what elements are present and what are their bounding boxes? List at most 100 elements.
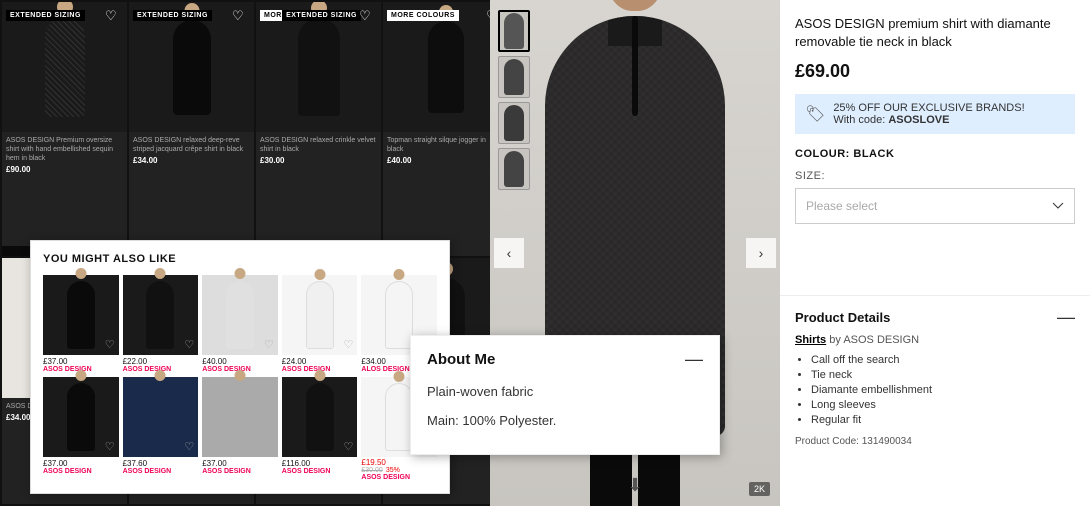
similar-img-4: ♡	[282, 275, 358, 355]
similar-brand-10: ASOS DESIGN	[361, 474, 437, 481]
wishlist-icon-sim-9[interactable]: ♡	[344, 440, 354, 453]
wishlist-icon-sim-1[interactable]: ♡	[105, 338, 115, 351]
similar-price-orig-10: £30.00	[361, 467, 382, 474]
about-me-panel: About Me — Plain-woven fabric Main: 100%…	[410, 335, 720, 455]
product-bottom-panel: Product Details — Shirts by ASOS DESIGN …	[780, 295, 1090, 459]
similar-img-8: ♡	[202, 377, 278, 457]
wishlist-icon-3[interactable]: ♡	[359, 8, 375, 24]
similar-img-2: ♡	[123, 275, 199, 355]
extended-sizing-badge-2: EXTENDED SIZING	[133, 10, 212, 21]
discount-pct-10: 35%	[386, 467, 400, 474]
product-info-1: ASOS DESIGN Premium oversize shirt with …	[2, 132, 127, 178]
size-label: SIZE:	[795, 170, 1075, 182]
product-name-3: ASOS DESIGN relaxed crinkle velvet shirt…	[260, 136, 377, 154]
shirts-link[interactable]: Shirts	[795, 334, 826, 346]
about-me-material: Main: 100% Polyester.	[427, 411, 703, 432]
about-me-content: Plain-woven fabric Main: 100% Polyester.	[427, 382, 703, 432]
wishlist-icon-sim-8[interactable]: ♡	[264, 440, 274, 453]
thumbnail-4[interactable]	[498, 148, 530, 190]
brand-label: by ASOS DESIGN	[829, 334, 919, 346]
similar-product-9[interactable]: ♡ £116.00 ASOS DESIGN	[282, 377, 358, 481]
tag-icon: 🏷	[805, 104, 825, 124]
next-image-arrow[interactable]: ›	[746, 238, 776, 268]
extended-sizing-badge-3: EXTENDED SIZING	[282, 10, 361, 21]
product-price-3: £30.00	[260, 156, 377, 165]
similar-product-1[interactable]: ♡ £37.00 ASOS DESIGN	[43, 275, 119, 373]
similar-price-6: £37.00	[43, 459, 119, 468]
similar-brand-8: ASOS DESIGN	[202, 468, 278, 475]
similar-img-9: ♡	[282, 377, 358, 457]
thumbnail-1[interactable]	[498, 10, 530, 52]
wishlist-icon-1[interactable]: ♡	[105, 8, 121, 24]
about-me-title: About Me	[427, 351, 495, 368]
product-code: Product Code: 131490034	[795, 436, 1075, 447]
similar-img-1: ♡	[43, 275, 119, 355]
similar-price-2: £22.00	[123, 357, 199, 366]
similar-brand-9: ASOS DESIGN	[282, 468, 358, 475]
similar-img-6: ♡	[43, 377, 119, 457]
similar-price-8: £37.00	[202, 459, 278, 468]
product-title: ASOS DESIGN premium shirt with diamante …	[795, 15, 1075, 51]
similar-price-7: £37.60	[123, 459, 199, 468]
product-info-3: ASOS DESIGN relaxed crinkle velvet shirt…	[256, 132, 381, 169]
product-price-2: £34.00	[133, 156, 250, 165]
similar-product-7[interactable]: ♡ £37.60 ASOS DESIGN	[123, 377, 199, 481]
thumbnail-2[interactable]	[498, 56, 530, 98]
you-might-also-like-panel: YOU MIGHT ALSO LIKE ♡ £37.00 ASOS DESIGN…	[30, 240, 450, 494]
similar-img-3: ♡	[202, 275, 278, 355]
pd-title: Product Details	[795, 310, 890, 325]
you-might-also-like-title: YOU MIGHT ALSO LIKE	[43, 253, 437, 265]
similar-product-6[interactable]: ♡ £37.00 ASOS DESIGN	[43, 377, 119, 481]
wishlist-icon-2[interactable]: ♡	[232, 8, 248, 24]
thumbnail-strip	[498, 10, 530, 190]
product-price-1: £90.00	[6, 165, 123, 174]
wishlist-icon-sim-6[interactable]: ♡	[105, 440, 115, 453]
about-me-fabric: Plain-woven fabric	[427, 382, 703, 403]
wishlist-icon-sim-2[interactable]: ♡	[184, 338, 194, 351]
size-select[interactable]: Please select XS S M L XL	[795, 188, 1075, 224]
download-icon[interactable]: ⬇	[627, 475, 642, 496]
similar-product-4[interactable]: ♡ £24.00 ASOS DESIGN	[282, 275, 358, 373]
colour-label: COLOUR: BLACK	[795, 148, 1075, 160]
product-name-2: ASOS DESIGN relaxed deep-reve striped ja…	[133, 136, 250, 154]
product-price: £69.00	[795, 61, 1075, 82]
feature-1: Call off the search	[811, 354, 1075, 366]
feature-5: Regular fit	[811, 414, 1075, 426]
similar-product-2[interactable]: ♡ £22.00 ASOS DESIGN	[123, 275, 199, 373]
wishlist-icon-sim-3[interactable]: ♡	[264, 338, 274, 351]
similar-product-3[interactable]: ♡ £40.00 ASOS DESIGN	[202, 275, 278, 373]
discount-banner: 🏷 25% OFF OUR EXCLUSIVE BRANDS! With cod…	[795, 94, 1075, 134]
product-name-1: ASOS DESIGN Premium oversize shirt with …	[6, 136, 123, 163]
more-colours-badge-4: MORE COLOURS	[387, 10, 459, 21]
grid-product-3[interactable]: MORE COLOURS EXTENDED SIZING ♡ ASOS DESI…	[256, 2, 381, 256]
pd-collapse-icon[interactable]: —	[1057, 308, 1075, 326]
similar-price-1: £37.00	[43, 357, 119, 366]
image-counter: 2K	[749, 482, 770, 496]
similar-img-7: ♡	[123, 377, 199, 457]
feature-3: Diamante embellishment	[811, 384, 1075, 396]
grid-product-1[interactable]: SELLING FAST EXTENDED SIZING ♡ ASOS DESI…	[2, 2, 127, 256]
thumbnail-3[interactable]	[498, 102, 530, 144]
grid-product-2[interactable]: SELLING FAST EXTENDED SIZING ♡ ASOS DESI…	[129, 2, 254, 256]
similar-product-8[interactable]: ♡ £37.00 ASOS DESIGN	[202, 377, 278, 481]
product-info-2: ASOS DESIGN relaxed deep-reve striped ja…	[129, 132, 254, 169]
similar-products-grid: ♡ £37.00 ASOS DESIGN ♡ £22.00 ASOS DESIG…	[43, 275, 437, 481]
similar-brand-6: ASOS DESIGN	[43, 468, 119, 475]
about-me-collapse-icon[interactable]: —	[685, 350, 703, 368]
discount-text: 25% OFF OUR EXCLUSIVE BRANDS! With code:…	[833, 102, 1024, 126]
wishlist-icon-sim-4[interactable]: ♡	[344, 338, 354, 351]
feature-2: Tie neck	[811, 369, 1075, 381]
product-price-4: £40.00	[387, 156, 504, 165]
similar-price-4: £24.00	[282, 357, 358, 366]
extended-sizing-badge-1: EXTENDED SIZING	[6, 10, 85, 21]
similar-price-3: £40.00	[202, 357, 278, 366]
prev-image-arrow[interactable]: ‹	[494, 238, 524, 268]
similar-price-sale-10: £19.50	[361, 458, 437, 467]
pd-shirts-line: Shirts by ASOS DESIGN	[795, 334, 1075, 346]
similar-brand-7: ASOS DESIGN	[123, 468, 199, 475]
similar-price-9: £116.00	[282, 459, 358, 468]
wishlist-icon-sim-7[interactable]: ♡	[184, 440, 194, 453]
pd-header: Product Details —	[795, 308, 1075, 326]
pd-features-list: Call off the search Tie neck Diamante em…	[795, 354, 1075, 426]
feature-4: Long sleeves	[811, 399, 1075, 411]
